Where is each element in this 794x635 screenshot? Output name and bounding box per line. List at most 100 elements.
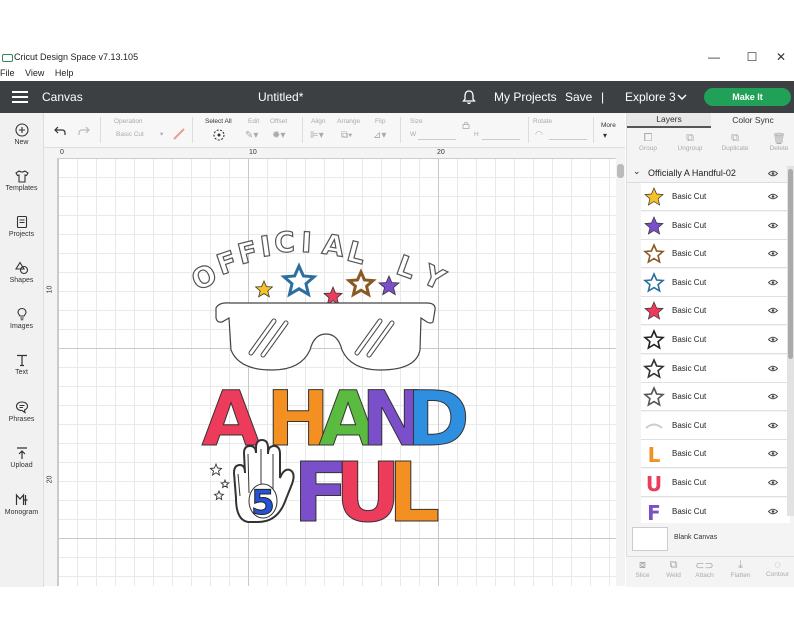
layer-name: Basic Cut: [672, 277, 707, 287]
maximize-icon[interactable]: ☐: [742, 50, 762, 64]
tool-templates[interactable]: Templates: [0, 169, 43, 192]
slice-button[interactable]: ⧇ Slice: [626, 559, 659, 579]
more-chevron-icon[interactable]: ▾: [603, 131, 607, 140]
layer-row[interactable]: Basic Cut: [641, 326, 790, 354]
attach-button[interactable]: ⊂⊃ Attach: [688, 559, 721, 579]
layer-row[interactable]: Basic Cut: [641, 297, 790, 326]
layer-thumbnail-icon: [643, 271, 665, 293]
flip-label: Flip: [375, 118, 386, 125]
bell-icon[interactable]: [462, 90, 476, 105]
tool-text[interactable]: Text: [0, 353, 43, 376]
menu-help[interactable]: Help: [55, 68, 74, 78]
tab-layers[interactable]: Layers: [627, 113, 711, 128]
machine-select[interactable]: Explore 3: [625, 90, 676, 104]
collapse-chevron-icon[interactable]: ⌄: [633, 166, 641, 177]
minimize-icon[interactable]: —: [704, 50, 724, 64]
eye-icon[interactable]: [768, 336, 778, 343]
hamburger-menu-icon[interactable]: [12, 91, 28, 103]
ful-text[interactable]: F U L: [292, 446, 440, 542]
more-label[interactable]: More: [601, 122, 616, 129]
eye-icon[interactable]: [768, 170, 778, 177]
close-icon[interactable]: ✕: [771, 50, 791, 64]
design-canvas[interactable]: O F F I C I A L L Y A H A N D F U L 5: [44, 148, 616, 586]
tool-images[interactable]: Images: [0, 307, 43, 330]
layer-row[interactable]: Basic Cut: [641, 240, 790, 269]
letter-l: L: [388, 446, 440, 541]
ruler-left: 10 20: [44, 158, 58, 586]
eye-icon[interactable]: [768, 193, 778, 200]
layer-group-row[interactable]: ⌄ Officially A Handful-02: [627, 164, 794, 183]
layer-row[interactable]: Basic Cut: [641, 183, 790, 211]
arrange-icon[interactable]: ⧉▾: [341, 130, 352, 141]
tool-upload[interactable]: Upload: [0, 446, 43, 469]
ruler-label: 10: [249, 149, 257, 156]
eye-icon[interactable]: [768, 479, 778, 486]
svg-text:L: L: [648, 443, 661, 465]
layer-row[interactable]: L Basic Cut: [641, 440, 790, 469]
layer-row[interactable]: Basic Cut: [641, 211, 790, 240]
eye-icon[interactable]: [768, 508, 778, 515]
undo-icon[interactable]: [54, 126, 66, 136]
select-all-icon[interactable]: [212, 128, 226, 142]
eye-icon[interactable]: [768, 250, 778, 257]
layer-name: Basic Cut: [672, 420, 707, 430]
operation-select[interactable]: Basic Cut: [116, 131, 144, 138]
my-projects-link[interactable]: My Projects: [494, 90, 557, 104]
layer-row[interactable]: U Basic Cut: [641, 469, 790, 497]
width-input[interactable]: [418, 129, 456, 140]
eye-icon[interactable]: [768, 393, 778, 400]
tool-phrases[interactable]: Phrases: [0, 400, 43, 423]
ungroup-button[interactable]: ⧉ Ungroup: [669, 132, 711, 152]
eye-icon[interactable]: [768, 450, 778, 457]
sunglasses[interactable]: [215, 302, 436, 371]
lock-icon[interactable]: [462, 121, 470, 129]
tab-color-sync[interactable]: Color Sync: [711, 113, 794, 127]
weld-button[interactable]: ⧉ Weld: [657, 559, 690, 579]
edit-icon[interactable]: ✎▾: [245, 130, 258, 141]
rotate-input[interactable]: [549, 129, 587, 140]
tool-projects[interactable]: Projects: [0, 215, 43, 238]
eye-icon[interactable]: [768, 365, 778, 372]
officially-letter: L: [392, 249, 420, 286]
make-it-button[interactable]: Make It: [704, 88, 791, 106]
eye-icon[interactable]: [768, 222, 778, 229]
toolbar-separator: [593, 117, 594, 143]
layers-scrollbar[interactable]: [787, 166, 794, 516]
delete-button[interactable]: 🗑 Delete: [758, 132, 794, 152]
save-button[interactable]: Save: [565, 90, 592, 104]
eye-icon[interactable]: [768, 307, 778, 314]
layer-row[interactable]: Basic Cut: [641, 354, 790, 383]
flip-icon[interactable]: ⊿▾: [373, 130, 386, 141]
duplicate-button[interactable]: ⧉ Duplicate: [714, 132, 756, 152]
tool-shapes[interactable]: Shapes: [0, 261, 43, 284]
attach-icon: ⊂⊃: [695, 560, 714, 572]
layer-row[interactable]: F Basic Cut: [641, 497, 790, 523]
design-artwork[interactable]: O F F I C I A L L Y A H A N D F U L 5: [44, 148, 616, 586]
chevron-down-icon[interactable]: [677, 94, 687, 101]
layer-row[interactable]: Basic Cut: [641, 411, 790, 440]
flatten-button[interactable]: ⤓ Flatten: [724, 559, 757, 579]
redo-icon[interactable]: [78, 126, 90, 136]
blank-canvas-swatch[interactable]: [632, 527, 668, 551]
tool-new[interactable]: New: [0, 123, 43, 146]
align-icon[interactable]: ⊫▾: [310, 130, 324, 141]
duplicate-label: Duplicate: [721, 145, 749, 152]
menu-view[interactable]: View: [25, 68, 44, 78]
layer-row[interactable]: Basic Cut: [641, 383, 790, 412]
height-input[interactable]: [482, 129, 520, 140]
offset-icon[interactable]: ✹▾: [272, 130, 285, 141]
group-button[interactable]: ⧠ Group: [627, 132, 669, 152]
pen-color-icon[interactable]: [172, 128, 186, 140]
eye-icon[interactable]: [768, 279, 778, 286]
document-title[interactable]: Untitled*: [258, 90, 303, 104]
officially-text-group[interactable]: O F F I C I A L L Y: [186, 225, 451, 298]
layer-row[interactable]: Basic Cut: [641, 268, 790, 297]
officially-letter: L: [344, 235, 370, 272]
contour-button[interactable]: ◌ Contour: [761, 559, 794, 578]
menu-file[interactable]: File: [0, 68, 15, 78]
tool-monogram[interactable]: Monogram: [0, 493, 43, 516]
canvas-scrollbar[interactable]: [616, 148, 625, 586]
eye-icon[interactable]: [768, 422, 778, 429]
toolbar-separator: [302, 117, 303, 143]
layer-thumbnail-icon: [643, 329, 665, 350]
